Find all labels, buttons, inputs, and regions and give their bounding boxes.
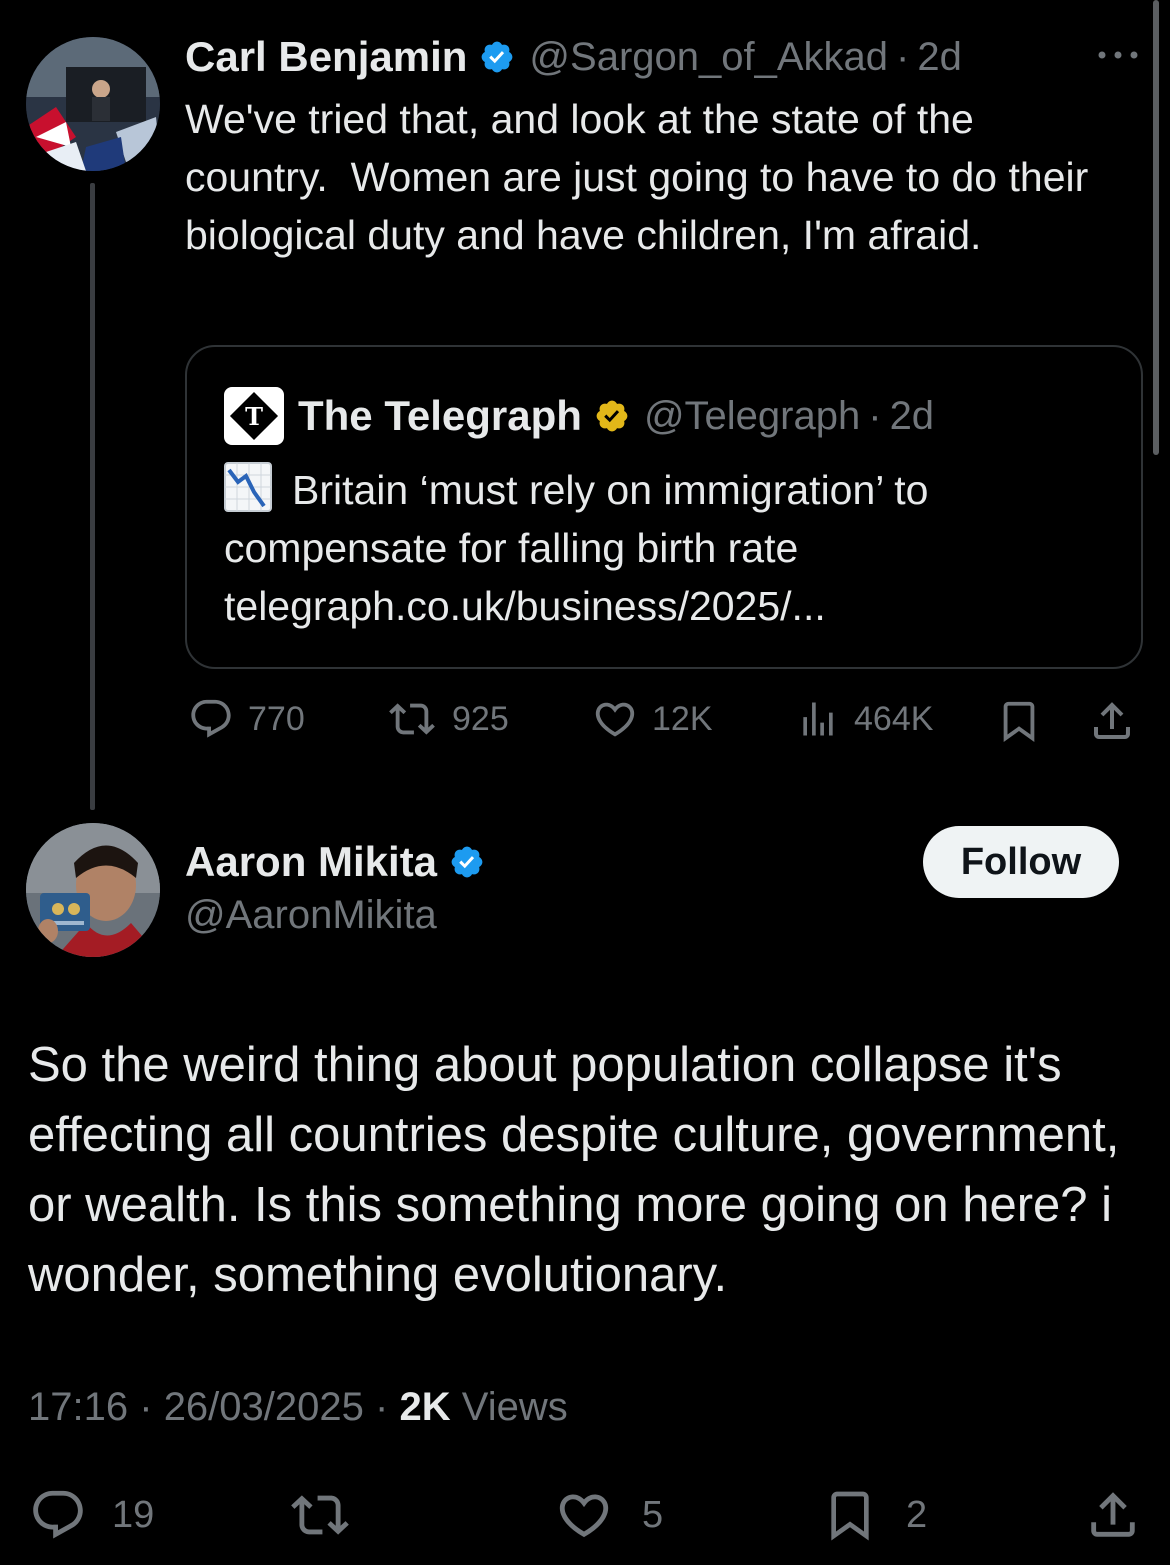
- bookmark-icon: [831, 1491, 869, 1541]
- share-icon: [1094, 702, 1130, 739]
- repost-action[interactable]: [286, 1486, 354, 1544]
- quoted-author-name[interactable]: The Telegraph: [298, 392, 582, 440]
- post-age[interactable]: 2d: [917, 35, 962, 80]
- reply-icon: [191, 699, 231, 738]
- author-name[interactable]: Aaron Mikita: [185, 838, 437, 886]
- post-date[interactable]: 26/03/2025: [164, 1385, 364, 1429]
- reply-action[interactable]: 19: [28, 1486, 154, 1544]
- quoted-post-header: T The Telegraph @Telegraph · 2d: [224, 387, 934, 445]
- separator: ·: [896, 34, 910, 79]
- verified-badge-icon: [451, 846, 483, 878]
- telegraph-logo-icon: T: [224, 387, 284, 445]
- repost-action[interactable]: 925: [386, 696, 509, 742]
- reply-action[interactable]: 770: [188, 696, 305, 742]
- share-icon: [1091, 1492, 1135, 1537]
- share-action[interactable]: [1084, 1484, 1142, 1546]
- separator: ·: [868, 393, 882, 438]
- follow-button[interactable]: Follow: [923, 826, 1119, 898]
- like-count: 5: [642, 1493, 664, 1536]
- post-text: So the weird thing about population coll…: [28, 1038, 1120, 1302]
- views-count: 2K: [399, 1385, 451, 1429]
- main-header: Aaron Mikita @AaronMikita: [185, 835, 485, 938]
- svg-text:T: T: [245, 402, 263, 431]
- separator: ·: [139, 1385, 153, 1429]
- quoted-post-card[interactable]: T The Telegraph @Telegraph · 2d Britain …: [185, 345, 1143, 669]
- views-label: Views: [461, 1385, 568, 1429]
- heart-icon: [559, 1494, 609, 1538]
- bookmark-icon: [1003, 701, 1035, 742]
- reply-count: 19: [112, 1493, 155, 1536]
- avatar-photo: [26, 823, 160, 957]
- post-meta: 17:16 · 26/03/2025 · 2K Views: [28, 1385, 568, 1430]
- share-action[interactable]: [1088, 696, 1136, 746]
- thread-line: [90, 183, 95, 810]
- avatar[interactable]: [26, 823, 160, 957]
- avatar[interactable]: [26, 37, 160, 171]
- bookmark-count: 2: [906, 1493, 928, 1536]
- reply-icon: [33, 1490, 83, 1539]
- view-count: 464K: [854, 699, 934, 738]
- post-text: We've tried that, and look at the state …: [185, 96, 1100, 258]
- quoted-link[interactable]: telegraph.co.uk/business/2025/...: [224, 583, 826, 629]
- quoted-post-age: 2d: [889, 393, 935, 438]
- verified-badge-icon: [482, 41, 513, 73]
- heart-icon: [595, 702, 635, 737]
- analytics-icon: [803, 702, 833, 736]
- post-time[interactable]: 17:16: [28, 1385, 128, 1429]
- bookmark-action[interactable]: 2: [822, 1484, 927, 1546]
- more-options-icon[interactable]: [1095, 40, 1141, 70]
- like-action[interactable]: 5: [554, 1486, 663, 1544]
- views-action[interactable]: 464K: [796, 696, 933, 742]
- scrollbar[interactable]: [1153, 0, 1159, 455]
- avatar-photo: [26, 37, 160, 171]
- separator: ·: [375, 1385, 389, 1429]
- bookmark-action[interactable]: [996, 696, 1042, 746]
- repost-icon: [291, 1495, 349, 1535]
- author-handle[interactable]: @Sargon_of_Akkad: [529, 35, 888, 80]
- quoted-headline: Britain ‘must rely on immigration’ to co…: [224, 467, 929, 571]
- author-handle[interactable]: @AaronMikita: [185, 893, 485, 938]
- chart-decreasing-icon: [224, 462, 272, 512]
- author-name[interactable]: Carl Benjamin: [185, 33, 467, 81]
- repost-count: 925: [452, 699, 509, 738]
- parent-header: Carl Benjamin @Sargon_of_Akkad · 2d: [185, 30, 962, 84]
- reply-count: 770: [248, 699, 305, 738]
- repost-icon: [389, 703, 435, 735]
- like-count: 12K: [652, 699, 713, 738]
- quoted-author-handle[interactable]: @Telegraph: [644, 394, 860, 439]
- like-action[interactable]: 12K: [592, 696, 713, 742]
- verified-gold-badge-icon: [596, 400, 628, 432]
- quoted-post-text: Britain ‘must rely on immigration’ to co…: [224, 461, 1104, 635]
